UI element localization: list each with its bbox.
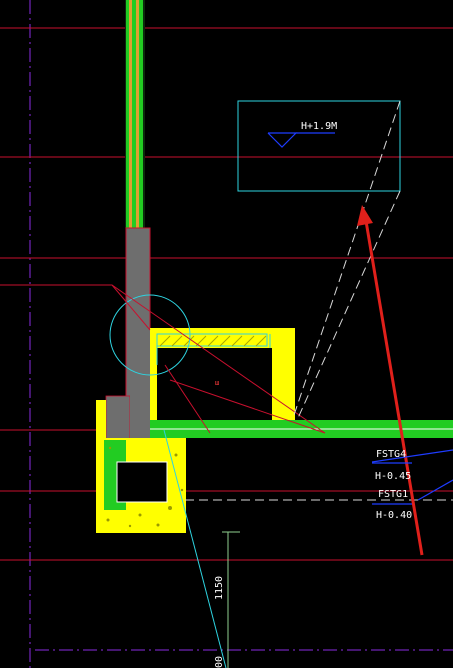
dashed-diagonals bbox=[185, 100, 453, 501]
cad-drawing-canvas: H+1.9M FSTG4 H-0.45 FSTG1 H-0.40 1150 00… bbox=[0, 0, 453, 668]
elevation-box bbox=[237, 100, 401, 192]
planter-box bbox=[150, 328, 295, 420]
dimension-text: 1150 bbox=[214, 576, 225, 600]
label-fstg4: FSTG4 bbox=[376, 449, 406, 460]
floor-slab bbox=[150, 420, 453, 438]
upper-wall bbox=[125, 0, 145, 228]
grey-column bbox=[105, 227, 151, 441]
elevation-mark-text: H+1.9M bbox=[301, 121, 337, 132]
dimension-partial-text: 00 bbox=[214, 656, 225, 668]
label-fstg1: FSTG1 bbox=[378, 489, 408, 500]
small-red-text: ш bbox=[215, 379, 219, 387]
label-h045: H-0.45 bbox=[375, 471, 411, 482]
label-h040: H-0.40 bbox=[376, 510, 412, 521]
